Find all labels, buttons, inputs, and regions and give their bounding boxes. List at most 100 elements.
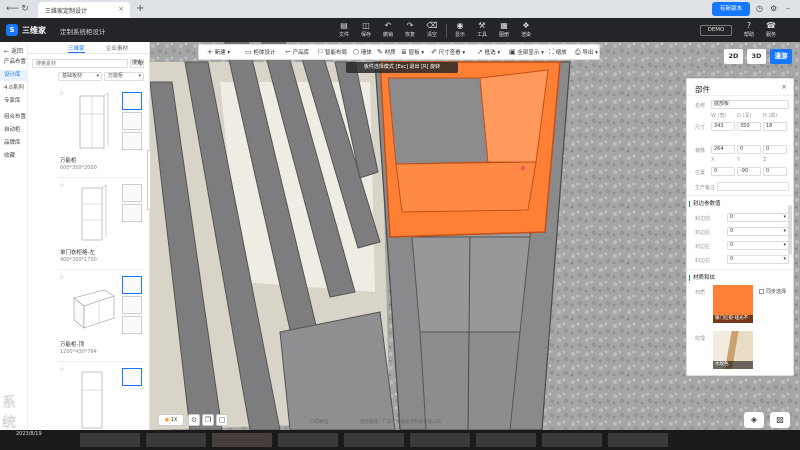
variant-thumb[interactable] [122, 296, 142, 314]
taskbar-app[interactable] [212, 433, 272, 447]
search-input[interactable] [32, 59, 128, 68]
taskbar-app[interactable] [608, 433, 668, 447]
width-field[interactable]: 343 [711, 122, 735, 131]
view-3d-button[interactable]: 3D [747, 49, 766, 64]
screenshot-icon[interactable]: ▢ [216, 414, 228, 426]
tool-select[interactable]: ➚ 框选 ▾ [477, 48, 500, 56]
file-button[interactable]: ▤ 文件 [333, 21, 355, 41]
offset-field[interactable]: 0 [763, 145, 787, 154]
tool-show-all[interactable]: ▣ 全部显示 ▾ [509, 48, 544, 56]
undo-button[interactable]: ↶ 撤销 [377, 21, 399, 41]
tool-board[interactable]: ≣ 层板 ▾ [401, 48, 424, 56]
variant-thumb[interactable] [122, 92, 142, 110]
update-button[interactable]: 有新版本 [712, 2, 750, 16]
speed-button[interactable]: ● 1X [158, 414, 184, 426]
edge-select[interactable]: 0 ▾ [727, 227, 789, 236]
tool-material[interactable]: ✎ 材质 [377, 48, 396, 56]
nav-item-combo[interactable]: 组合布置 [0, 112, 28, 123]
taskbar-app[interactable] [410, 433, 470, 447]
tool-product-library[interactable]: ⌐ 产品库 [285, 48, 309, 56]
tool-new[interactable]: + 新建 ▾ [207, 48, 230, 56]
variant-thumb[interactable] [122, 184, 142, 202]
back-link[interactable]: ← 返回 [4, 46, 23, 55]
edge-select[interactable]: 0 ▾ [727, 213, 789, 222]
browser-tab[interactable]: 三维家定制设计 × [38, 2, 130, 18]
material-swatch[interactable]: 暖门红橙-哑光不 [713, 285, 753, 323]
offset-field[interactable]: 0 [737, 145, 761, 154]
history-icon[interactable]: ◷ [756, 4, 763, 13]
clear-button[interactable]: ⌫ 清空 [421, 21, 443, 41]
walkthrough-button[interactable]: 漫游 [770, 49, 792, 64]
texture-swatch[interactable]: 木纹色 [713, 331, 753, 369]
tool-button[interactable]: ⚒ 工具 [471, 21, 493, 41]
material-select[interactable]: 基础板材 ▾ [58, 72, 102, 81]
tool-measure[interactable]: ✐ 尺寸查看 ▾ [431, 48, 465, 56]
taskbar-app[interactable] [542, 433, 602, 447]
minimize-icon[interactable]: – [786, 4, 790, 13]
back-icon[interactable]: ⟵ [6, 4, 19, 14]
star-icon[interactable]: ☆ [59, 274, 64, 281]
variant-thumb[interactable] [122, 316, 142, 334]
taskbar-app[interactable] [278, 433, 338, 447]
filter-icon[interactable]: ⛛ [138, 60, 144, 69]
reload-icon[interactable]: ↻ [20, 4, 30, 14]
name-field[interactable]: 底部板 [711, 100, 789, 109]
variant-thumb[interactable] [122, 276, 142, 294]
camera-view-icon[interactable]: ▨ [770, 412, 790, 428]
taskbar-app[interactable] [476, 433, 536, 447]
nav-item-expert[interactable]: 专家库 [0, 96, 28, 107]
taskbar-app[interactable] [80, 433, 140, 447]
account-badge[interactable]: DEMO [700, 25, 732, 36]
tool-wall[interactable]: ⬡ 墙体 [353, 48, 372, 56]
edge-select[interactable]: 0 ▾ [727, 241, 789, 250]
copy-icon[interactable]: ❐ [202, 414, 214, 426]
product-card[interactable]: ☆ 万能柜 600*350*2000 [58, 88, 144, 178]
nav-item-series[interactable]: 4.0系列 [0, 83, 28, 94]
tool-fit[interactable]: ⛶ 缩放 [549, 48, 567, 57]
nav-item-favorites[interactable]: 收藏 [0, 151, 28, 162]
nav-item-layout[interactable]: 产品布置 [0, 57, 28, 68]
product-card[interactable]: ☆ 单门衣柜格-左 400*300*1700 [58, 180, 144, 270]
settings-icon[interactable]: ⚙ [770, 4, 777, 13]
tool-export[interactable]: ⎙ 导出 ▾ [575, 48, 598, 57]
selected-panel[interactable] [379, 61, 561, 238]
product-card[interactable]: ☆ 万能柜-顶 1200*430*764 [58, 272, 144, 362]
new-tab-icon[interactable]: + [136, 3, 144, 14]
tool-smart-layout[interactable]: ⚐ 智能布局 [317, 48, 347, 56]
sync-checkbox[interactable] [759, 289, 764, 294]
pos-x-field[interactable]: 0 [711, 167, 735, 176]
nav-item-design-library[interactable]: 设计库 [0, 70, 28, 81]
variant-thumb[interactable] [122, 112, 142, 130]
layers-icon[interactable]: ◈ [744, 412, 764, 428]
render-button[interactable]: ❖ 渲染 [515, 21, 537, 41]
service-button[interactable]: ☎ 服务 [760, 21, 782, 41]
taskbar-app[interactable] [146, 433, 206, 447]
star-icon[interactable]: ☆ [59, 90, 64, 97]
star-icon[interactable]: ☆ [59, 182, 64, 189]
panel-scrollbar[interactable] [788, 205, 792, 255]
tab-enterprise[interactable]: 企业素材 [106, 44, 128, 52]
height-field[interactable]: 18 [763, 122, 787, 131]
tool-cabinet-design[interactable]: ▭ 柜体设计 [245, 48, 275, 56]
star-icon[interactable]: ☆ [59, 366, 64, 373]
nav-item-auto-cabinet[interactable]: 自动柜 [0, 125, 28, 136]
category-select[interactable]: 万能柜 ▾ [104, 72, 144, 81]
redo-button[interactable]: ↷ 恢复 [399, 21, 421, 41]
grip-handle[interactable] [521, 166, 525, 170]
close-tab-icon[interactable]: × [118, 5, 124, 13]
taskbar-app[interactable] [344, 433, 404, 447]
camera-icon[interactable]: ⊙ [188, 414, 200, 426]
close-icon[interactable]: × [781, 83, 787, 91]
variant-thumb[interactable] [122, 368, 142, 386]
note-field[interactable] [717, 182, 789, 191]
variant-thumb[interactable] [122, 132, 142, 150]
depth-field[interactable]: 350 [737, 122, 761, 131]
tab-sanweijia[interactable]: 三维家 [68, 44, 85, 53]
pos-y-field[interactable]: -90 [737, 167, 761, 176]
help-button[interactable]: ? 帮助 [738, 21, 760, 41]
variant-thumb[interactable] [122, 204, 142, 222]
pos-z-field[interactable]: 0 [763, 167, 787, 176]
save-button[interactable]: ◫ 保存 [355, 21, 377, 41]
offset-field[interactable]: 264 [711, 145, 735, 154]
edge-select[interactable]: 0 ▾ [727, 255, 789, 264]
